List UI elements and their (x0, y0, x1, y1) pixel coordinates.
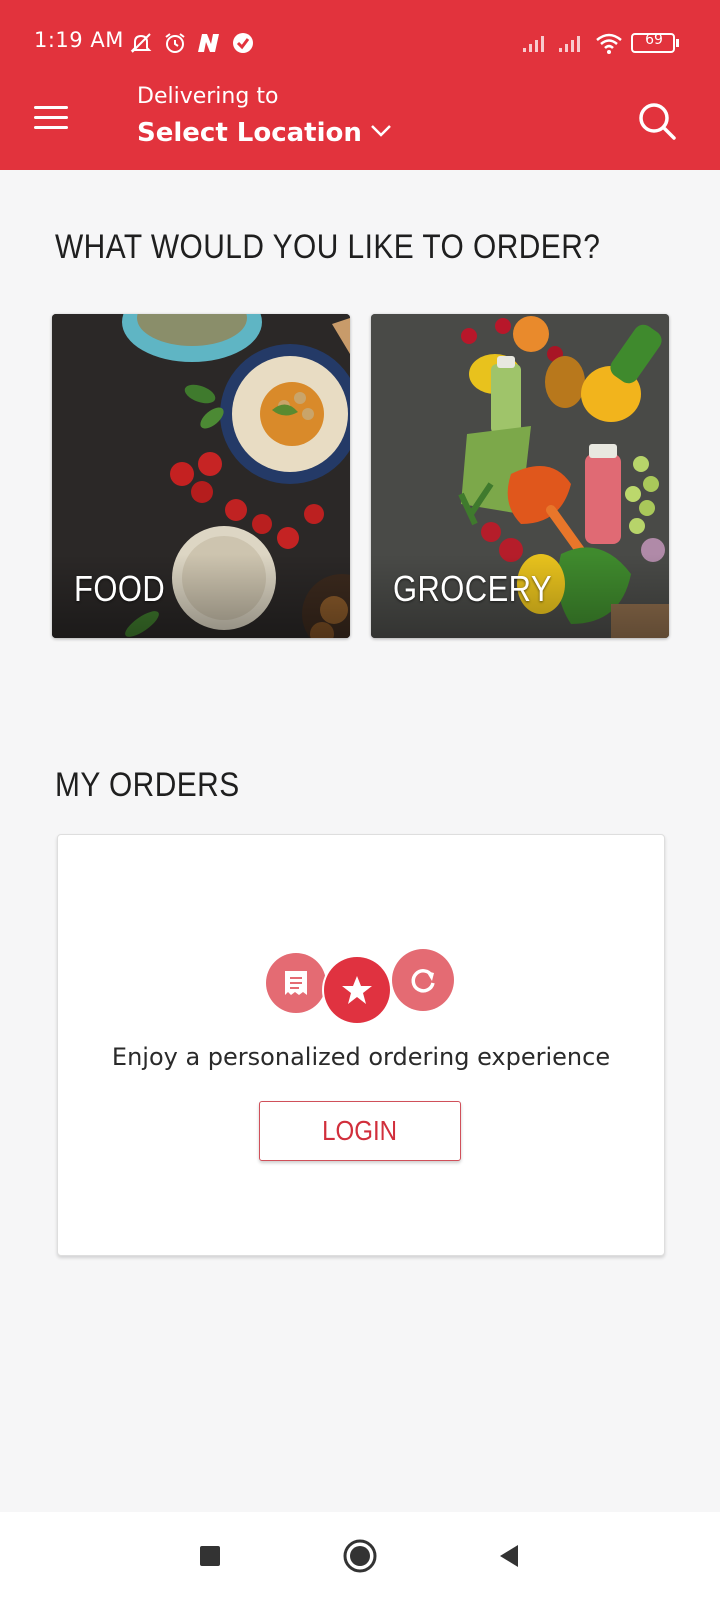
app-header: 1:19 AM 69 Delivering to Select Location (0, 0, 720, 170)
home-circle-icon[interactable] (336, 1532, 384, 1580)
receipt-icon (266, 953, 326, 1013)
recents-square-icon[interactable] (186, 1532, 234, 1580)
search-icon[interactable] (636, 100, 678, 142)
check-circle-icon (233, 33, 253, 53)
system-navigation-bar (0, 1512, 720, 1600)
order-heading: WHAT WOULD YOU LIKE TO ORDER? (55, 228, 601, 266)
star-icon (324, 957, 390, 1023)
battery-level: 69 (645, 32, 663, 48)
reorder-icon (392, 949, 454, 1011)
hamburger-menu-icon[interactable] (34, 100, 74, 136)
status-time: 1:19 AM (34, 28, 124, 52)
grocery-label: GROCERY (393, 568, 552, 609)
login-label: LOGIN (322, 1115, 398, 1146)
n-app-icon (198, 34, 219, 52)
chevron-down-icon (371, 124, 391, 137)
food-category-tile[interactable]: FOOD (52, 314, 350, 638)
alarm-icon (165, 33, 185, 53)
food-label: FOOD (74, 568, 166, 609)
my-orders-card: Enjoy a personalized ordering experience… (57, 834, 665, 1256)
login-button[interactable]: LOGIN (259, 1101, 461, 1161)
notifications-off-icon (130, 33, 152, 53)
delivering-to-label: Delivering to (137, 84, 279, 109)
personalized-message: Enjoy a personalized ordering experience (111, 1043, 611, 1071)
grocery-category-tile[interactable]: GROCERY (371, 314, 669, 638)
signal-icon (523, 36, 544, 52)
signal-icon (559, 36, 580, 52)
my-orders-heading: MY ORDERS (55, 766, 240, 804)
status-bar: 1:19 AM 69 (0, 0, 720, 86)
location-selector[interactable]: Select Location (137, 118, 392, 148)
wifi-icon (596, 33, 622, 54)
back-triangle-icon[interactable] (486, 1532, 534, 1580)
location-text: Select Location (137, 118, 362, 148)
